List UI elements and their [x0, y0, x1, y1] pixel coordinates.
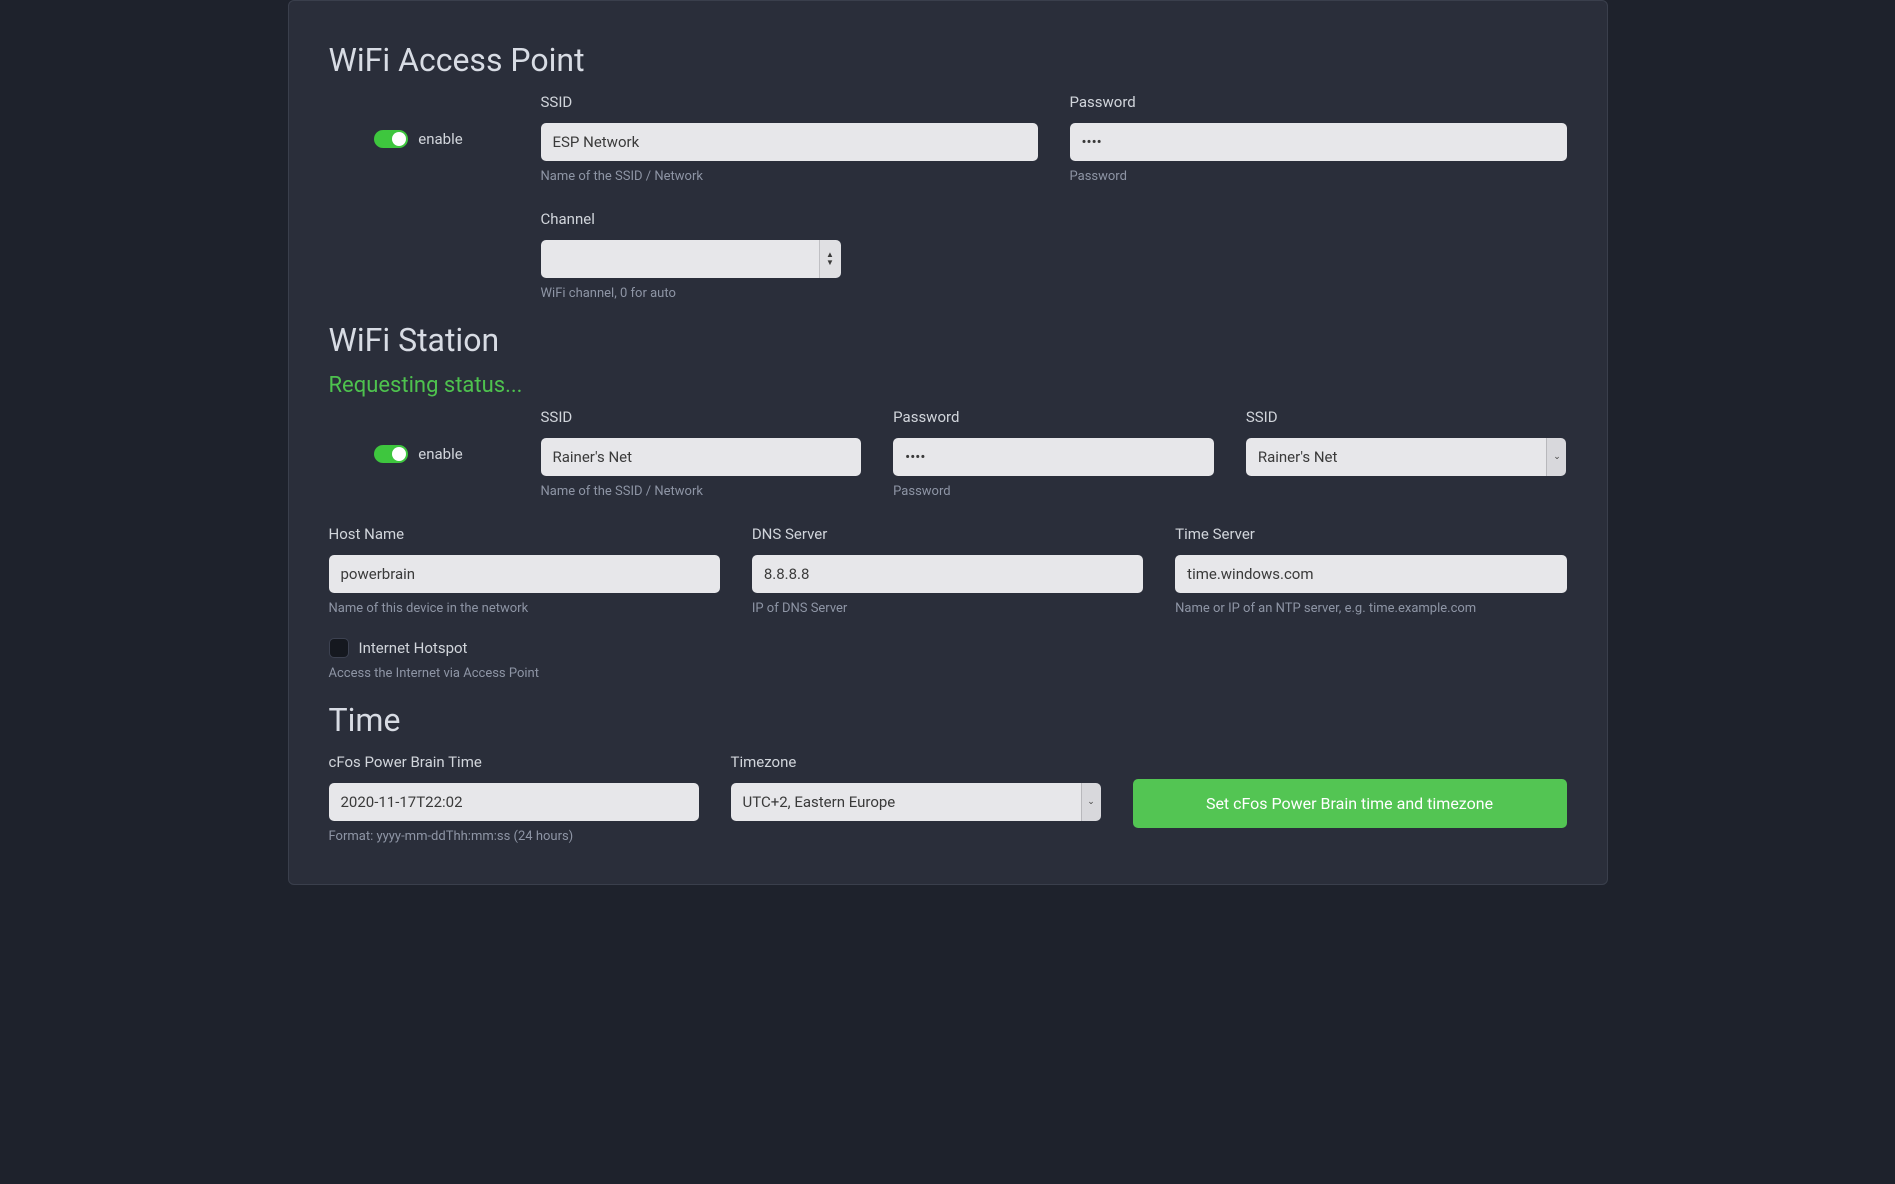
- brain-time-label: cFos Power Brain Time: [329, 753, 699, 771]
- time-server-input[interactable]: [1175, 555, 1566, 593]
- timezone-field: Timezone ⌄: [731, 753, 1101, 821]
- ap-channel-stepper[interactable]: ▲ ▼: [541, 240, 841, 278]
- ap-channel-label: Channel: [541, 210, 841, 228]
- sta-status-text: Requesting status...: [329, 373, 1567, 398]
- ap-ssid-input[interactable]: [541, 123, 1038, 161]
- ap-channel-stepper-buttons[interactable]: ▲ ▼: [819, 240, 841, 278]
- dns-server-label: DNS Server: [752, 525, 1143, 543]
- ap-channel-help: WiFi channel, 0 for auto: [541, 286, 841, 301]
- ap-ssid-field: SSID Name of the SSID / Network: [541, 93, 1038, 184]
- ap-ssid-label: SSID: [541, 93, 1038, 111]
- ap-ssid-help: Name of the SSID / Network: [541, 169, 1038, 184]
- chevron-down-icon: ▼: [826, 259, 834, 267]
- sta-password-input[interactable]: [893, 438, 1214, 476]
- sta-ssid-select[interactable]: [1246, 438, 1547, 476]
- ap-password-help: Password: [1070, 169, 1567, 184]
- sta-enable-label: enable: [418, 445, 462, 463]
- brain-time-help: Format: yyyy-mm-ddThh:mm:ss (24 hours): [329, 829, 699, 844]
- host-name-label: Host Name: [329, 525, 720, 543]
- settings-panel: WiFi Access Point enable SSID Name of th…: [288, 0, 1608, 885]
- host-name-input[interactable]: [329, 555, 720, 593]
- ap-channel-field: Channel ▲ ▼ WiFi channel, 0 for auto: [541, 210, 841, 301]
- dns-server-field: DNS Server IP of DNS Server: [752, 525, 1143, 616]
- ap-enable-toggle[interactable]: [374, 130, 408, 148]
- timezone-label: Timezone: [731, 753, 1101, 771]
- sta-password-label: Password: [893, 408, 1214, 426]
- section-title-ap: WiFi Access Point: [329, 41, 1567, 79]
- ap-password-label: Password: [1070, 93, 1567, 111]
- time-server-field: Time Server Name or IP of an NTP server,…: [1175, 525, 1566, 616]
- internet-hotspot-field: Internet Hotspot Access the Internet via…: [329, 638, 1567, 681]
- timezone-dropdown-button[interactable]: ⌄: [1081, 783, 1101, 821]
- sta-ssid-select-label: SSID: [1246, 408, 1567, 426]
- sta-ssid-select-field: SSID ⌄: [1246, 408, 1567, 499]
- ap-enable-toggle-group: enable: [329, 93, 509, 184]
- time-server-help: Name or IP of an NTP server, e.g. time.e…: [1175, 601, 1566, 616]
- sta-ssid-select-dropdown-button[interactable]: ⌄: [1546, 438, 1566, 476]
- internet-hotspot-help: Access the Internet via Access Point: [329, 666, 1567, 681]
- ap-password-field: Password Password: [1070, 93, 1567, 184]
- dns-server-input[interactable]: [752, 555, 1143, 593]
- sta-ssid-help: Name of the SSID / Network: [541, 484, 862, 499]
- ap-channel-input[interactable]: [541, 240, 819, 278]
- ap-password-input[interactable]: [1070, 123, 1567, 161]
- brain-time-field: cFos Power Brain Time Format: yyyy-mm-dd…: [329, 753, 699, 844]
- sta-password-field: Password Password: [893, 408, 1214, 499]
- chevron-down-icon: ⌄: [1087, 797, 1095, 807]
- timezone-select[interactable]: [731, 783, 1081, 821]
- chevron-down-icon: ⌄: [1553, 452, 1561, 462]
- sta-ssid-field: SSID Name of the SSID / Network: [541, 408, 862, 499]
- internet-hotspot-label: Internet Hotspot: [359, 639, 468, 657]
- sta-password-help: Password: [893, 484, 1214, 499]
- host-name-help: Name of this device in the network: [329, 601, 720, 616]
- sta-enable-toggle[interactable]: [374, 445, 408, 463]
- host-name-field: Host Name Name of this device in the net…: [329, 525, 720, 616]
- section-title-time: Time: [329, 701, 1567, 739]
- set-time-button[interactable]: Set cFos Power Brain time and timezone: [1133, 779, 1567, 828]
- sta-enable-toggle-group: enable: [329, 408, 509, 499]
- time-server-label: Time Server: [1175, 525, 1566, 543]
- ap-enable-label: enable: [418, 130, 462, 148]
- sta-ssid-input[interactable]: [541, 438, 862, 476]
- internet-hotspot-checkbox[interactable]: [329, 638, 349, 658]
- sta-ssid-label: SSID: [541, 408, 862, 426]
- section-title-sta: WiFi Station: [329, 321, 1567, 359]
- brain-time-input[interactable]: [329, 783, 699, 821]
- dns-server-help: IP of DNS Server: [752, 601, 1143, 616]
